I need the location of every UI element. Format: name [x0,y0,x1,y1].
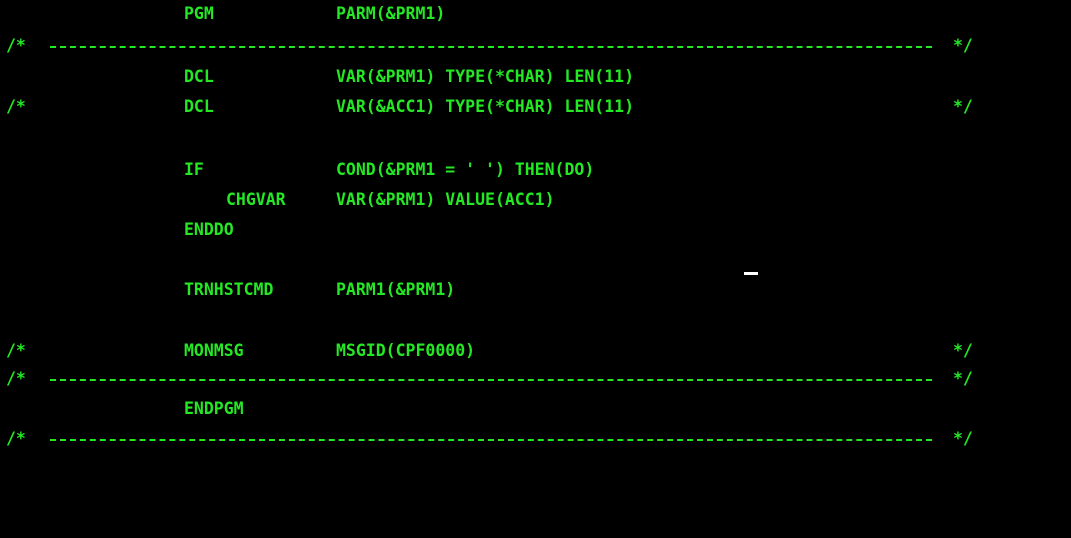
command-parameters: PARM1(&PRM1) [336,280,456,299]
comment-open: /* [6,97,26,116]
code-line-pgm[interactable]: PGM PARM(&PRM1) [0,3,1071,25]
comment-close: */ [953,369,973,388]
code-line-dcl-prm1[interactable]: DCL VAR(&PRM1) TYPE(*CHAR) LEN(11) [0,66,1071,88]
command-keyword: PGM [184,4,214,23]
command-parameters: COND(&PRM1 = ' ') THEN(DO) [336,160,595,179]
command-parameters: VAR(&PRM1) VALUE(ACC1) [336,190,555,209]
command-keyword: CHGVAR [226,190,286,209]
comment-close: */ [953,341,973,360]
comment-open: /* [6,36,26,55]
command-parameters: VAR(&PRM1) TYPE(*CHAR) LEN(11) [336,67,635,86]
comment-open: /* [6,341,26,360]
command-parameters: PARM(&PRM1) [336,4,446,23]
comment-close: */ [953,97,973,116]
command-keyword: IF [184,160,204,179]
code-line-enddo[interactable]: ENDDO [0,219,1071,241]
dashed-rule [50,46,932,48]
comment-separator-line[interactable]: /* */ [0,35,1071,57]
command-keyword: DCL [184,97,214,116]
dashed-rule [50,379,932,381]
comment-separator-line[interactable]: /* */ [0,428,1071,450]
command-keyword: MONMSG [184,341,244,360]
code-line-dcl-acc1[interactable]: /* DCL VAR(&ACC1) TYPE(*CHAR) LEN(11) */ [0,96,1071,118]
text-cursor [744,272,758,275]
comment-open: /* [6,369,26,388]
dashed-rule [50,439,932,441]
command-keyword: ENDDO [184,220,234,239]
command-parameters: VAR(&ACC1) TYPE(*CHAR) LEN(11) [336,97,635,116]
command-keyword: ENDPGM [184,399,244,418]
comment-close: */ [953,429,973,448]
code-line-trnhstcmd[interactable]: TRNHSTCMD PARM1(&PRM1) [0,279,1071,301]
terminal-screen[interactable]: PGM PARM(&PRM1) /* */ DCL VAR(&PRM1) TYP… [0,0,1071,457]
command-parameters: MSGID(CPF0000) [336,341,476,360]
command-keyword: TRNHSTCMD [184,280,274,299]
comment-open: /* [6,429,26,448]
comment-separator-line[interactable]: /* */ [0,368,1071,390]
comment-close: */ [953,36,973,55]
code-line-if[interactable]: IF COND(&PRM1 = ' ') THEN(DO) [0,159,1071,181]
code-line-chgvar[interactable]: CHGVAR VAR(&PRM1) VALUE(ACC1) [0,189,1071,211]
code-line-monmsg[interactable]: /* MONMSG MSGID(CPF0000) */ [0,340,1071,362]
code-line-endpgm[interactable]: ENDPGM [0,398,1071,420]
command-keyword: DCL [184,67,214,86]
